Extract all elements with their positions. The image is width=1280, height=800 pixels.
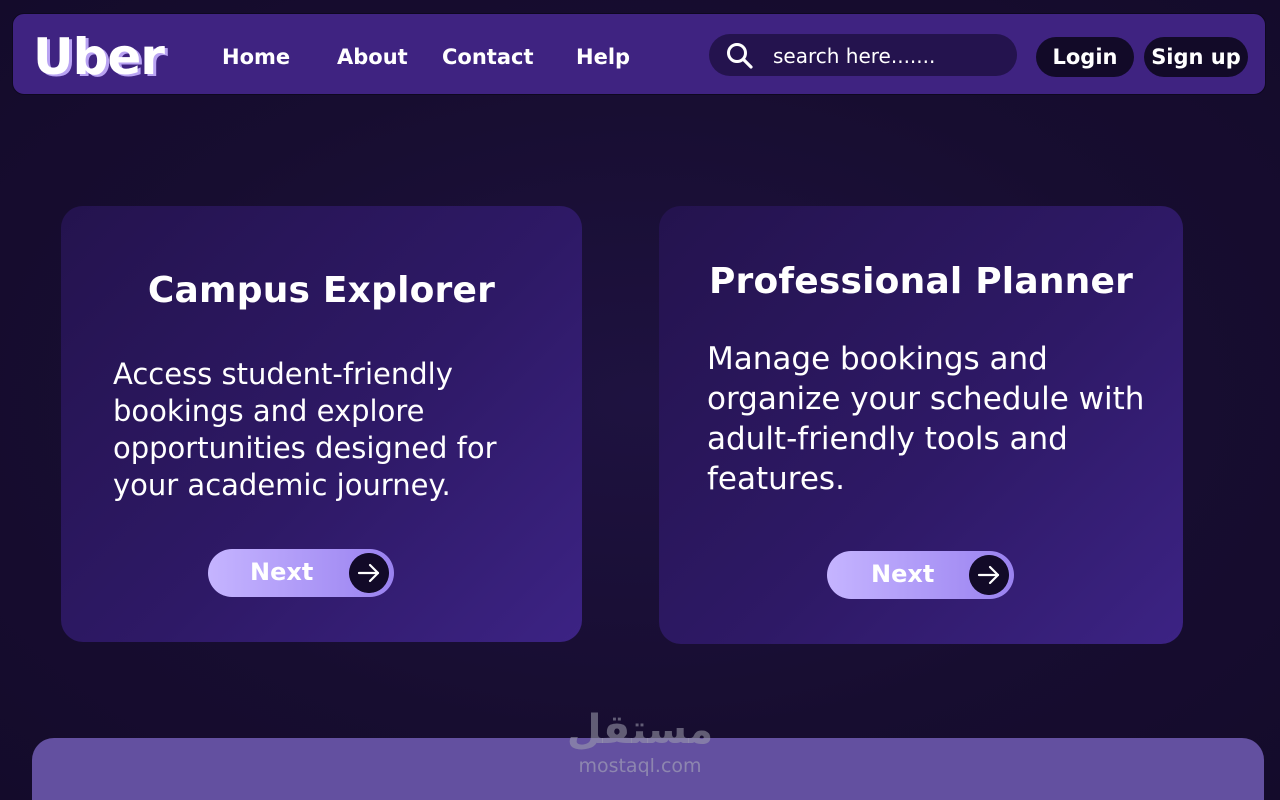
watermark-url: mostaql.com [578, 755, 702, 777]
next-label: Next [250, 558, 314, 586]
card-description: Access student-friendly bookings and exp… [113, 357, 497, 502]
nav-link-contact[interactable]: Contact [442, 42, 534, 72]
search-icon[interactable] [725, 41, 755, 71]
card-campus-explorer: Campus Explorer Access student-friendly … [61, 206, 582, 642]
watermark: مستقل mostaql.com [540, 706, 740, 778]
next-button[interactable]: Next [208, 549, 394, 597]
card-title: Professional Planner [708, 261, 1134, 302]
search-bar [709, 34, 1017, 76]
arrow-right-icon [969, 555, 1009, 595]
nav-link-help[interactable]: Help [576, 42, 630, 72]
arrow-right-icon [349, 553, 389, 593]
card-description: Manage bookings and organize your schedu… [707, 341, 1145, 497]
signup-button[interactable]: Sign up [1144, 37, 1248, 77]
search-input[interactable] [771, 40, 1005, 72]
next-button[interactable]: Next [827, 551, 1014, 599]
navbar: Uber Home About Contact Help Login Sign … [12, 13, 1266, 95]
watermark-logo: مستقل [566, 707, 714, 753]
nav-link-about[interactable]: About [337, 42, 408, 72]
card-professional-planner: Professional Planner Manage bookings and… [659, 206, 1183, 644]
next-label: Next [871, 560, 935, 588]
card-title: Campus Explorer [147, 270, 496, 311]
login-button[interactable]: Login [1036, 37, 1134, 77]
logo[interactable]: Uber [33, 22, 165, 92]
nav-link-home[interactable]: Home [222, 42, 290, 72]
